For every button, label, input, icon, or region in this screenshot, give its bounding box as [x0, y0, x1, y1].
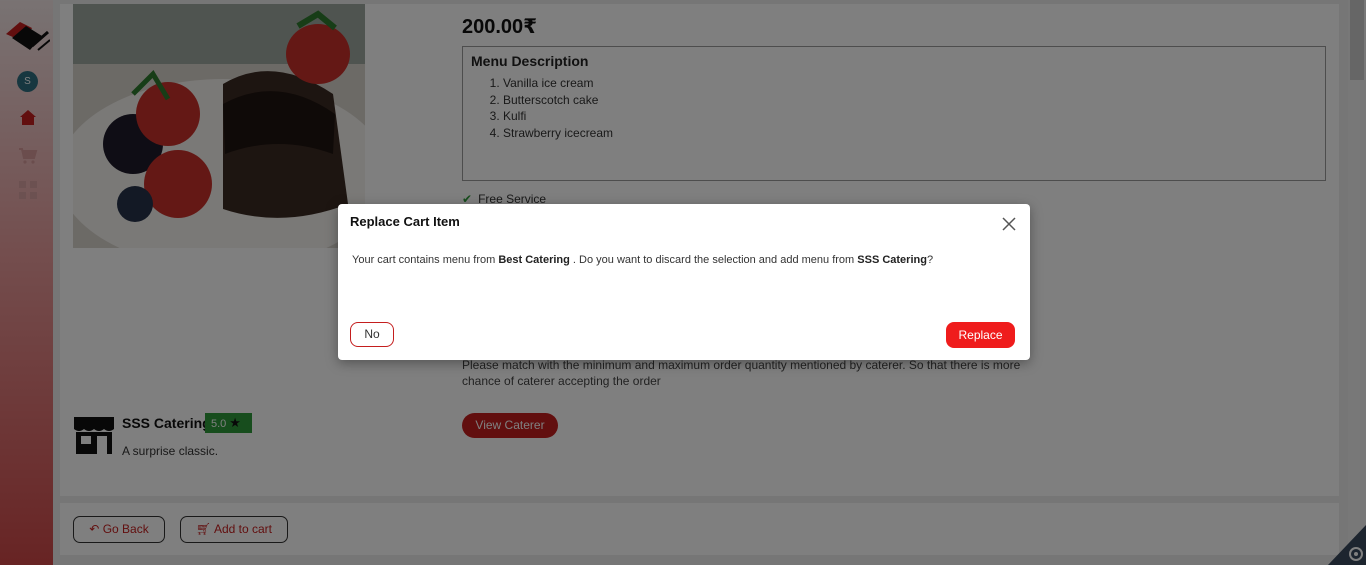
new-caterer-name: SSS Catering	[857, 254, 927, 266]
dialog-title: Replace Cart Item	[350, 214, 460, 229]
replace-cart-dialog: Replace Cart Item Your cart contains men…	[338, 204, 1030, 360]
message-middle: . Do you want to discard the selection a…	[569, 254, 858, 266]
close-icon[interactable]	[1001, 216, 1017, 232]
replace-button[interactable]: Replace	[946, 322, 1015, 348]
dialog-message: Your cart contains menu from Best Cateri…	[352, 254, 933, 266]
message-suffix: ?	[926, 254, 934, 266]
message-prefix: Your cart contains menu from	[352, 254, 499, 266]
current-caterer-name: Best Catering	[498, 254, 570, 266]
no-button[interactable]: No	[350, 322, 394, 347]
page-bottom-edge	[0, 565, 1366, 570]
